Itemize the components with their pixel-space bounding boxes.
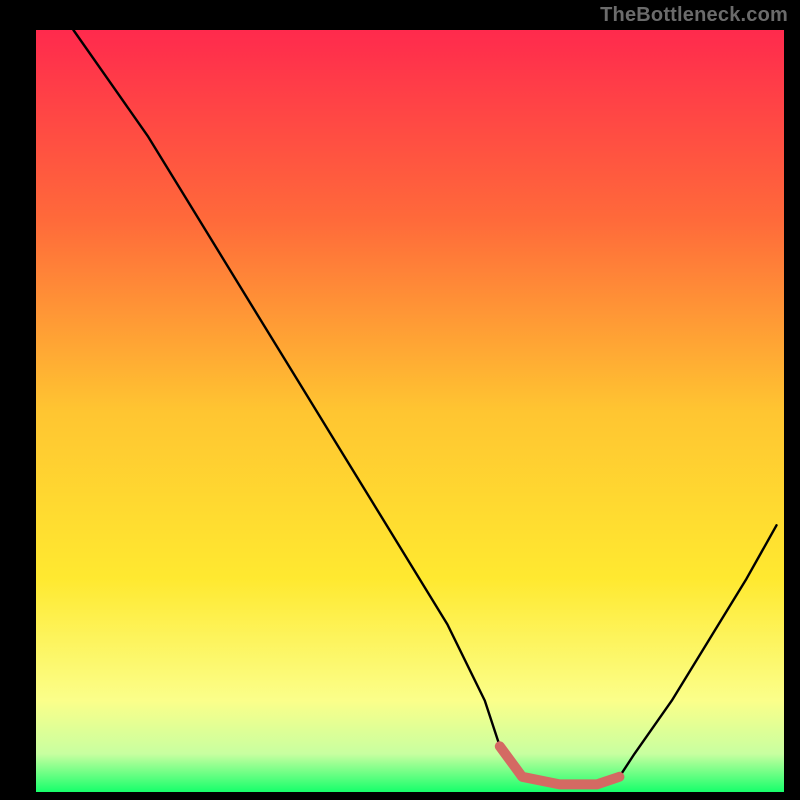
bottleneck-chart — [0, 0, 800, 800]
watermark-text: TheBottleneck.com — [600, 4, 788, 27]
chart-container: TheBottleneck.com — [0, 0, 800, 800]
plot-background — [36, 30, 784, 792]
